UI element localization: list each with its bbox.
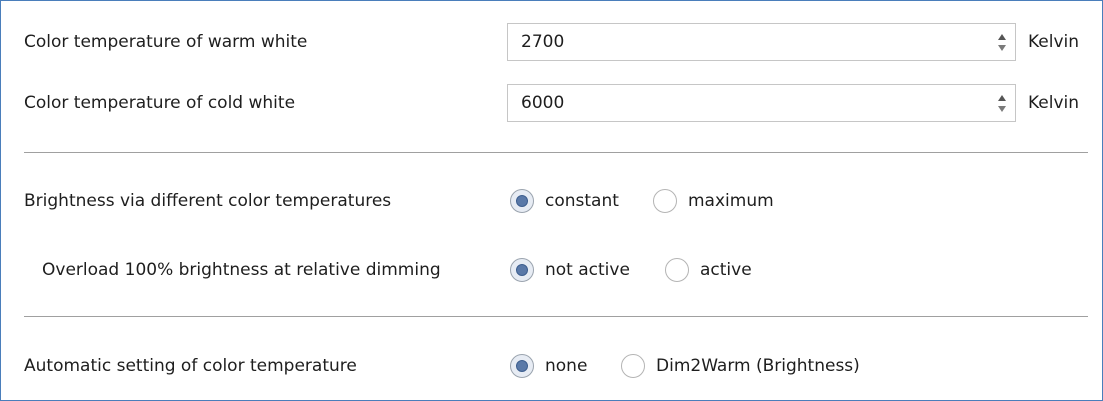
cold-white-unit: Kelvin: [1028, 93, 1080, 113]
radio-button-checked-icon[interactable]: [510, 189, 534, 213]
warm-white-unit: Kelvin: [1028, 32, 1080, 52]
automatic-label: Automatic setting of color temperature: [24, 356, 357, 376]
radio-option-constant[interactable]: constant: [510, 189, 619, 213]
cold-white-spinbox[interactable]: 6000: [507, 84, 1016, 122]
spin-down-arrow-icon[interactable]: [998, 106, 1006, 112]
spin-up-arrow-icon[interactable]: [998, 34, 1006, 40]
warm-white-spinbox[interactable]: 2700: [507, 23, 1016, 61]
radio-button-unchecked-icon[interactable]: [621, 354, 645, 378]
radio-button-unchecked-icon[interactable]: [665, 258, 689, 282]
radio-label-constant[interactable]: constant: [545, 191, 619, 211]
cold-white-value[interactable]: 6000: [521, 93, 564, 113]
warm-white-spin-arrows[interactable]: [989, 24, 1015, 60]
radio-label-none[interactable]: none: [545, 356, 587, 376]
radio-label-active[interactable]: active: [700, 260, 752, 280]
radio-option-none[interactable]: none: [510, 354, 587, 378]
warm-white-value[interactable]: 2700: [521, 32, 564, 52]
parameter-panel: Color temperature of warm white 2700 Kel…: [0, 0, 1103, 401]
radio-option-dim2warm[interactable]: Dim2Warm (Brightness): [621, 354, 860, 378]
radio-label-dim2warm[interactable]: Dim2Warm (Brightness): [656, 356, 860, 376]
divider: [24, 316, 1088, 317]
radio-option-maximum[interactable]: maximum: [653, 189, 774, 213]
radio-button-checked-icon[interactable]: [510, 354, 534, 378]
radio-label-not-active[interactable]: not active: [545, 260, 630, 280]
warm-white-label: Color temperature of warm white: [24, 32, 308, 52]
cold-white-spin-arrows[interactable]: [989, 85, 1015, 121]
brightness-label: Brightness via different color temperatu…: [24, 191, 392, 211]
radio-option-active[interactable]: active: [665, 258, 752, 282]
radio-button-checked-icon[interactable]: [510, 258, 534, 282]
spin-down-arrow-icon[interactable]: [998, 45, 1006, 51]
spin-up-arrow-icon[interactable]: [998, 95, 1006, 101]
overload-label: Overload 100% brightness at relative dim…: [42, 260, 441, 280]
radio-option-not-active[interactable]: not active: [510, 258, 630, 282]
radio-label-maximum[interactable]: maximum: [688, 191, 774, 211]
divider: [24, 152, 1088, 153]
radio-button-unchecked-icon[interactable]: [653, 189, 677, 213]
cold-white-label: Color temperature of cold white: [24, 93, 296, 113]
